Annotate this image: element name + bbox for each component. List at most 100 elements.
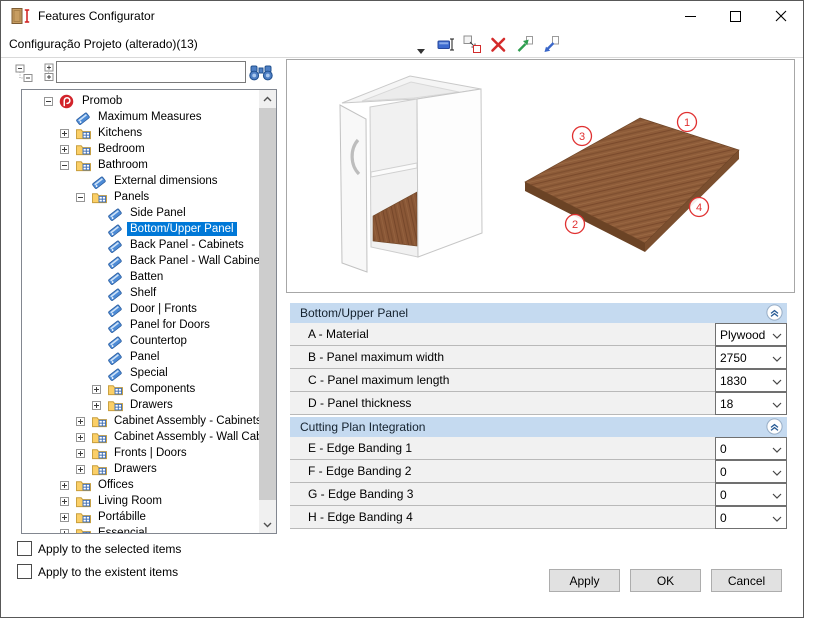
- export-icon[interactable]: [515, 35, 534, 54]
- tree-item-fronts-doors[interactable]: Fronts | Doors: [22, 445, 259, 461]
- tag-icon: [75, 110, 95, 125]
- expander-plus-icon[interactable]: [60, 129, 75, 138]
- property-section-1: Cutting Plan IntegrationE - Edge Banding…: [290, 417, 787, 529]
- property-value-dropdown[interactable]: 2750: [715, 346, 787, 369]
- property-label: C - Panel maximum length: [290, 369, 715, 392]
- expander-plus-icon[interactable]: [60, 497, 75, 506]
- expander-plus-icon[interactable]: [60, 513, 75, 522]
- expander-plus-icon[interactable]: [76, 449, 91, 458]
- tag-icon: [107, 238, 127, 253]
- tree-item-shelf[interactable]: Shelf: [22, 285, 259, 301]
- checkbox-box[interactable]: [17, 564, 32, 579]
- expander-plus-icon[interactable]: [60, 481, 75, 490]
- binoculars-search-icon[interactable]: [245, 61, 277, 83]
- cancel-button[interactable]: Cancel: [711, 569, 782, 592]
- tree-item-offices[interactable]: Offices: [22, 477, 259, 493]
- tree-item-back-panel-cabinets[interactable]: Back Panel - Cabinets: [22, 237, 259, 253]
- delete-icon[interactable]: [489, 35, 508, 54]
- tree-item-side-panel[interactable]: Side Panel: [22, 205, 259, 221]
- tree-item-port-bille[interactable]: Portábille: [22, 509, 259, 525]
- folder-icon: [107, 382, 127, 396]
- tree-item-living-room[interactable]: Living Room: [22, 493, 259, 509]
- collapse-section-icon[interactable]: [766, 304, 783, 321]
- dropdown-caret-icon[interactable]: [417, 41, 425, 59]
- tree-item-special[interactable]: Special: [22, 365, 259, 381]
- tree-item-bottom-upper-panel[interactable]: Bottom/Upper Panel: [22, 221, 259, 237]
- checkbox-label: Apply to the selected items: [38, 542, 181, 556]
- maximize-button[interactable]: [713, 1, 758, 31]
- tree-item-drawers[interactable]: Drawers: [22, 461, 259, 477]
- property-value-dropdown[interactable]: 1830: [715, 369, 787, 392]
- tree-scrollbar[interactable]: [259, 90, 276, 533]
- tree-item-back-panel-wall-cabinets[interactable]: Back Panel - Wall Cabinets: [22, 253, 259, 269]
- tree-search-input[interactable]: [56, 61, 246, 83]
- rename-icon[interactable]: [437, 35, 456, 54]
- expander-minus-icon[interactable]: [60, 161, 75, 170]
- expander-minus-icon[interactable]: [44, 97, 59, 106]
- property-value-text: 0: [720, 488, 727, 502]
- tree-item-maximum-measures[interactable]: Maximum Measures: [22, 109, 259, 125]
- folder-icon: [75, 142, 95, 156]
- scroll-down-icon[interactable]: [259, 516, 276, 533]
- callout-number: 3: [579, 131, 585, 143]
- apply-button[interactable]: Apply: [549, 569, 620, 592]
- expander-plus-icon[interactable]: [76, 417, 91, 426]
- tree-item-external-dimensions[interactable]: External dimensions: [22, 173, 259, 189]
- tree-item-components[interactable]: Components: [22, 381, 259, 397]
- tree-item-door-fronts[interactable]: Door | Fronts: [22, 301, 259, 317]
- property-value-dropdown[interactable]: 0: [715, 506, 787, 529]
- tree-item-panel[interactable]: Panel: [22, 349, 259, 365]
- catalog-tree: PromobMaximum MeasuresKitchensBedroomBat…: [21, 89, 277, 534]
- chevron-down-icon: [772, 351, 782, 365]
- expander-minus-icon[interactable]: [76, 193, 91, 202]
- property-value-dropdown[interactable]: Plywood: [715, 323, 787, 346]
- property-row: B - Panel maximum width2750: [290, 346, 787, 369]
- property-row: A - MaterialPlywood: [290, 323, 787, 346]
- tree-item-drawers[interactable]: Drawers: [22, 397, 259, 413]
- section-title: Cutting Plan Integration: [290, 420, 425, 434]
- tree-item-promob[interactable]: Promob: [22, 93, 259, 109]
- checkbox-box[interactable]: [17, 541, 32, 556]
- folder-icon: [107, 398, 127, 412]
- property-value-dropdown[interactable]: 18: [715, 392, 787, 415]
- expander-plus-icon[interactable]: [92, 401, 107, 410]
- tag-icon: [107, 366, 127, 381]
- close-button[interactable]: [758, 1, 803, 31]
- tree-item-countertop[interactable]: Countertop: [22, 333, 259, 349]
- door-measure-icon: [10, 5, 32, 27]
- tree-item-batten[interactable]: Batten: [22, 269, 259, 285]
- copy-configuration-icon[interactable]: [463, 35, 482, 54]
- tree-item-label: Special: [127, 366, 171, 380]
- tree-item-bathroom[interactable]: Bathroom: [22, 157, 259, 173]
- property-value-dropdown[interactable]: 0: [715, 483, 787, 506]
- apply-selected-checkbox[interactable]: Apply to the selected items: [17, 541, 181, 556]
- expander-plus-icon[interactable]: [60, 145, 75, 154]
- minimize-button[interactable]: [668, 1, 713, 31]
- tag-icon: [107, 318, 127, 333]
- tree-item-cabinet-assembly-cabinets[interactable]: Cabinet Assembly - Cabinets: [22, 413, 259, 429]
- tree-item-panel-for-doors[interactable]: Panel for Doors: [22, 317, 259, 333]
- scroll-thumb[interactable]: [259, 108, 276, 500]
- apply-existent-checkbox[interactable]: Apply to the existent items: [17, 564, 178, 579]
- callout-number: 4: [696, 202, 702, 214]
- tree-item-kitchens[interactable]: Kitchens: [22, 125, 259, 141]
- chevron-down-icon: [772, 442, 782, 456]
- scroll-up-icon[interactable]: [259, 90, 276, 107]
- import-icon[interactable]: [541, 35, 560, 54]
- collapse-all-icon[interactable]: [14, 62, 35, 83]
- tree-item-cabinet-assembly-wall-cabinet[interactable]: Cabinet Assembly - Wall Cabinet: [22, 429, 259, 445]
- tree-item-label: Living Room: [95, 494, 165, 508]
- property-value-dropdown[interactable]: 0: [715, 460, 787, 483]
- collapse-section-icon[interactable]: [766, 418, 783, 435]
- tag-icon: [107, 302, 127, 317]
- configuration-combo[interactable]: Configuração Projeto (alterado)(13): [9, 31, 198, 57]
- tree-item-bedroom[interactable]: Bedroom: [22, 141, 259, 157]
- expander-plus-icon[interactable]: [92, 385, 107, 394]
- expander-plus-icon[interactable]: [60, 529, 75, 535]
- tree-item-panels[interactable]: Panels: [22, 189, 259, 205]
- expander-plus-icon[interactable]: [76, 433, 91, 442]
- ok-button[interactable]: OK: [630, 569, 701, 592]
- property-value-dropdown[interactable]: 0: [715, 437, 787, 460]
- expander-plus-icon[interactable]: [76, 465, 91, 474]
- tree-item-essencial[interactable]: Essencial: [22, 525, 259, 534]
